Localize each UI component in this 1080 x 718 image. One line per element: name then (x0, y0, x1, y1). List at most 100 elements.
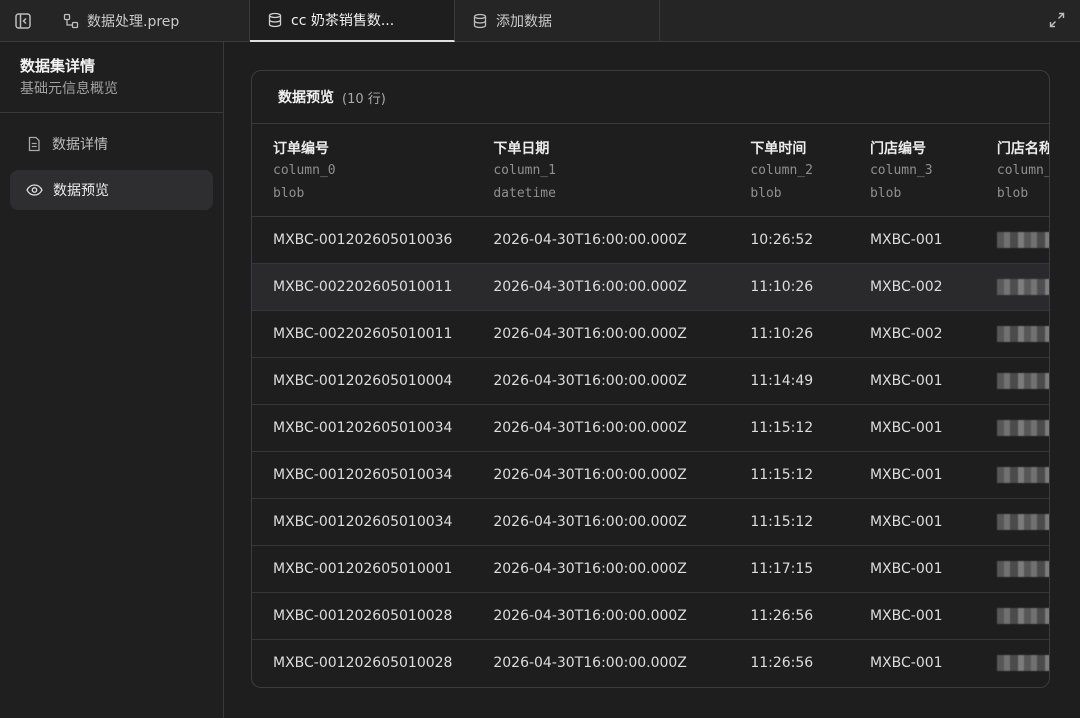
column-header[interactable]: 下单时间 column_2 blob (749, 124, 869, 216)
table-cell: 2026-04-30T16:00:00.000Z (493, 513, 687, 530)
table-cell: MXBC-001202605010034 (273, 513, 453, 530)
table-row[interactable]: MXBC-001202605010036 2026-04-30T16:00:00.… (252, 216, 1049, 263)
table-cell: MXBC-001 (869, 560, 943, 577)
sidebar-title: 数据集详情 (20, 57, 96, 75)
column-name: 下单日期 (493, 141, 550, 157)
table-cell: MXBC-001 (869, 607, 943, 624)
workflow-icon (63, 13, 79, 29)
redaction-block (996, 325, 1049, 342)
card-title: 数据预览 (278, 90, 334, 106)
redaction-block (996, 278, 1049, 295)
expand-icon (1049, 12, 1065, 28)
sidebar-subtitle: 基础元信息概览 (20, 81, 118, 97)
sidebar: 数据集详情 基础元信息概览 数据详情 数据预览 (0, 42, 224, 718)
document-icon (28, 136, 40, 152)
sidebar-header: 数据集详情 基础元信息概览 (0, 42, 223, 113)
column-name: 门店编号 (869, 141, 926, 157)
redacted-store-name (996, 639, 1049, 686)
eye-icon (26, 184, 43, 196)
table-cell: MXBC-001202605010001 (273, 560, 453, 577)
redaction-block (996, 466, 1049, 483)
table-cell: MXBC-001 (869, 372, 943, 389)
table-cell: MXBC-001202605010034 (273, 466, 453, 483)
column-id: column_0 (273, 163, 336, 178)
table-row[interactable]: MXBC-002202605010011 2026-04-30T16:00:00.… (252, 310, 1049, 357)
column-header[interactable]: 下单日期 column_1 datetime (492, 124, 749, 216)
column-header[interactable]: 门店编号 column_3 blob (869, 124, 996, 216)
table-cell: 2026-04-30T16:00:00.000Z (493, 560, 687, 577)
column-name: 下单时间 (750, 141, 807, 157)
sidebar-toggle-button[interactable] (0, 0, 46, 42)
table-cell: 11:10:26 (750, 325, 814, 342)
table-cell: 11:26:56 (750, 607, 814, 624)
table-row[interactable]: MXBC-001202605010001 2026-04-30T16:00:00.… (252, 545, 1049, 592)
table-cell: 2026-04-30T16:00:00.000Z (493, 607, 687, 624)
sidebar-item-preview[interactable]: 数据预览 (10, 170, 213, 210)
redacted-store-name (996, 451, 1049, 498)
tab-label: 添加数据 (496, 14, 552, 30)
column-type: blob (273, 186, 305, 201)
table-row[interactable]: MXBC-001202605010004 2026-04-30T16:00:00.… (252, 357, 1049, 404)
sidebar-item-details[interactable]: 数据详情 (10, 124, 213, 164)
table-cell: 10:26:52 (750, 231, 814, 248)
redaction-block (996, 513, 1049, 530)
redacted-store-name (996, 357, 1049, 404)
redacted-store-name (996, 404, 1049, 451)
column-id: column_1 (493, 163, 556, 178)
table-row[interactable]: MXBC-001202605010034 2026-04-30T16:00:00.… (252, 404, 1049, 451)
tab-dataset[interactable]: cc 奶茶销售数... (250, 0, 455, 42)
table-cell: MXBC-002 (869, 278, 943, 295)
table-cell: 11:10:26 (750, 278, 814, 295)
tab-prep[interactable]: 数据处理.prep (50, 0, 250, 42)
redaction-block (996, 654, 1049, 671)
redaction-block (996, 372, 1049, 389)
table-row[interactable]: MXBC-001202605010034 2026-04-30T16:00:00.… (252, 498, 1049, 545)
database-icon (268, 12, 282, 28)
column-header[interactable]: 订单编号 column_0blob (252, 124, 492, 216)
column-type: blob (750, 186, 782, 201)
table-cell: MXBC-001202605010034 (273, 419, 453, 436)
table-cell: 2026-04-30T16:00:00.000Z (493, 325, 687, 342)
table-cell: 11:15:12 (750, 513, 814, 530)
column-id: column_4 (996, 163, 1049, 178)
table-row[interactable]: MXBC-002202605010011 2026-04-30T16:00:00.… (252, 263, 1049, 310)
column-header[interactable]: 门店名称 column_4blob (996, 124, 1049, 216)
tab-label: 数据处理.prep (87, 14, 180, 30)
table-row[interactable]: MXBC-001202605010034 2026-04-30T16:00:00.… (252, 451, 1049, 498)
redacted-store-name (996, 592, 1049, 639)
table-cell: 11:14:49 (750, 372, 814, 389)
table-cell: 2026-04-30T16:00:00.000Z (493, 654, 687, 671)
table-cell: MXBC-001202605010028 (273, 607, 453, 624)
table-cell: MXBC-001 (869, 466, 943, 483)
table-cell: 11:15:12 (750, 419, 814, 436)
table-cell: 11:17:15 (750, 560, 814, 577)
tab-bar: 数据处理.prep cc 奶茶销售数... 添加数据 (0, 0, 1080, 42)
table-cell: MXBC-001 (869, 419, 943, 436)
redaction-block (996, 607, 1049, 624)
expand-button[interactable] (1048, 11, 1066, 29)
sidebar-item-label: 数据详情 (52, 137, 108, 153)
table-cell: 11:15:12 (750, 466, 814, 483)
redaction-block (996, 231, 1049, 248)
redacted-store-name (996, 216, 1049, 263)
column-name: 订单编号 (273, 141, 329, 157)
table-cell: 2026-04-30T16:00:00.000Z (493, 372, 687, 389)
redacted-store-name (996, 263, 1049, 310)
table-cell: MXBC-001 (869, 513, 943, 530)
table-cell: 2026-04-30T16:00:00.000Z (493, 419, 687, 436)
table-header: 订单编号 column_0blob 下单日期 column_1 datetime 下单时间… (252, 124, 1049, 216)
table-row[interactable]: MXBC-001202605010028 2026-04-30T16:00:00.… (252, 592, 1049, 639)
table-cell: MXBC-002 (869, 325, 943, 342)
table-cell: 2026-04-30T16:00:00.000Z (493, 278, 687, 295)
column-type: datetime (493, 186, 556, 201)
table-cell: MXBC-002202605010011 (273, 325, 453, 342)
redacted-store-name (996, 545, 1049, 592)
tab-label: cc 奶茶销售数... (291, 13, 395, 29)
table-cell: MXBC-002202605010011 (273, 278, 453, 295)
data-preview-card: 数据预览 (10 行) 订单编号 column_0blob 下单日期 column_1… (251, 70, 1050, 688)
table-cell: 2026-04-30T16:00:00.000Z (493, 466, 687, 483)
tab-add-data[interactable]: 添加数据 (455, 0, 660, 42)
table-cell: MXBC-001202605010036 (273, 231, 453, 248)
row-count: (10 行) (342, 91, 386, 107)
table-row[interactable]: MXBC-001202605010028 2026-04-30T16:00:00.… (252, 639, 1049, 686)
